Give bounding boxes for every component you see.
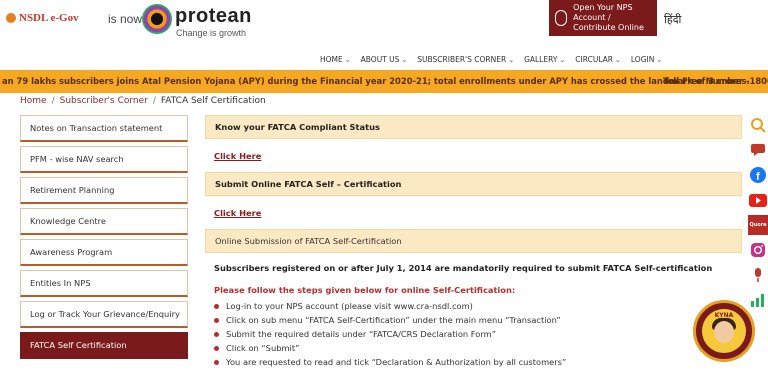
chevron-down-icon: ⌄ xyxy=(656,55,663,64)
sidebar-item-fatca[interactable]: FATCA Self Certification xyxy=(20,332,188,359)
fatca-status-click-here-link[interactable]: Click Here xyxy=(205,139,742,172)
sidebar-item-knowledge-centre[interactable]: Knowledge Centre xyxy=(20,208,188,235)
facebook-icon[interactable]: f xyxy=(748,165,768,185)
toll-free-number: Toll Free Number -1800-11 xyxy=(663,76,768,86)
ticker-text[interactable]: an 79 lakhs subscribers joins Atal Pensi… xyxy=(2,76,750,86)
step-text: Click on sub menu “FATCA Self-Certificat… xyxy=(226,315,561,325)
chevron-down-icon: ⌄ xyxy=(615,55,621,64)
nav-subscribers-corner[interactable]: SUBSCRIBER'S CORNER ⌄ xyxy=(417,55,514,64)
breadcrumb-current: FATCA Self Certification xyxy=(160,96,266,106)
protean-logo-icon[interactable] xyxy=(142,4,172,34)
submit-fatca-click-here-link[interactable]: Click Here xyxy=(205,196,742,229)
sidebar-item-notes-on-transaction[interactable]: Notes on Transaction statement xyxy=(20,115,188,142)
nav-gallery-label: GALLERY xyxy=(524,55,558,64)
sidebar-item-awareness-program[interactable]: Awareness Program xyxy=(20,239,188,266)
protean-tagline: Change is growth xyxy=(176,28,247,38)
youtube-icon[interactable] xyxy=(748,190,768,210)
chat-icon[interactable] xyxy=(748,140,768,160)
header: NSDL e-Gov is now protean Change is grow… xyxy=(0,0,768,46)
news-ticker: an 79 lakhs subscribers joins Atal Pensi… xyxy=(0,70,768,93)
main-nav: HOME ⌄ ABOUT US ⌄ SUBSCRIBER'S CORNER ⌄ GAL… xyxy=(320,55,662,64)
search-icon[interactable] xyxy=(748,115,768,135)
nav-login[interactable]: LOGIN ⌄ xyxy=(631,55,662,64)
nps-button-line2: Contribute Online xyxy=(573,23,644,32)
nsdl-logo-text: NSDL e-Gov xyxy=(19,12,79,24)
microphone-icon[interactable] xyxy=(748,265,768,285)
language-toggle-hindi[interactable]: हिंदी xyxy=(664,12,681,27)
kyna-avatar: KYNA xyxy=(702,309,746,353)
breadcrumb-separator: / xyxy=(51,96,55,106)
section-fatca-status-title: Know your FATCA Compliant Status xyxy=(205,115,742,139)
section-online-submission-title: Online Submission of FATCA Self-Certific… xyxy=(205,229,742,253)
breadcrumb-home[interactable]: Home xyxy=(20,96,47,106)
nsdl-emblem-icon xyxy=(6,13,16,23)
nav-subscribers-corner-label: SUBSCRIBER'S CORNER xyxy=(417,55,507,64)
nav-about-us-label: ABOUT US xyxy=(360,55,400,64)
protean-brand-name[interactable]: protean xyxy=(175,5,252,28)
sidebar-item-entities-in-nps[interactable]: Entities In NPS xyxy=(20,270,188,297)
sidebar: Notes on Transaction statement PFM - wis… xyxy=(20,115,188,363)
page: NSDL e-Gov is now protean Change is grow… xyxy=(0,0,768,372)
breadcrumb-subscribers-corner[interactable]: Subscriber's Corner xyxy=(60,96,148,106)
nav-login-label: LOGIN xyxy=(630,55,655,64)
list-item: Click on “Submit” xyxy=(214,341,742,355)
list-item: Submit the required details under “FATCA… xyxy=(214,327,742,341)
nav-home[interactable]: HOME ⌄ xyxy=(320,55,351,64)
chevron-down-icon: ⌄ xyxy=(508,55,515,64)
bullet-icon xyxy=(214,303,219,309)
main-content: Know your FATCA Compliant Status Click H… xyxy=(205,115,742,369)
nav-circular-label: CIRCULAR xyxy=(575,55,614,64)
instagram-icon[interactable] xyxy=(748,240,768,260)
kyna-chatbot-button[interactable]: KYNA xyxy=(693,300,755,362)
nsdl-logo[interactable]: NSDL e-Gov xyxy=(6,12,79,24)
sidebar-item-retirement-planning[interactable]: Retirement Planning xyxy=(20,177,188,204)
list-item: You are requested to read and tick “Decl… xyxy=(214,355,742,369)
svg-text:f: f xyxy=(756,171,760,183)
step-text: Log-in to your NPS account (please visit… xyxy=(226,301,473,311)
nav-about-us[interactable]: ABOUT US ⌄ xyxy=(361,55,408,64)
chevron-down-icon: ⌄ xyxy=(401,55,408,64)
breadcrumb: Home / Subscriber's Corner / FATCA Self … xyxy=(20,96,266,106)
list-item: Click on sub menu “FATCA Self-Certificat… xyxy=(214,313,742,327)
chevron-down-icon: ⌄ xyxy=(559,55,566,64)
list-item: Log-in to your NPS account (please visit… xyxy=(214,299,742,313)
bullet-icon xyxy=(214,345,219,351)
step-text: You are requested to read and tick “Decl… xyxy=(226,357,567,367)
is-now-text: is now xyxy=(108,12,143,26)
bullet-icon xyxy=(214,359,219,365)
mandatory-note: Subscribers registered on or after July … xyxy=(214,263,713,273)
sidebar-item-pfm-nav-search[interactable]: PFM - wise NAV search xyxy=(20,146,188,173)
nav-gallery[interactable]: GALLERY ⌄ xyxy=(524,55,565,64)
chevron-down-icon: ⌄ xyxy=(344,55,351,64)
nav-circular[interactable]: CIRCULAR ⌄ xyxy=(575,55,621,64)
quora-icon[interactable]: Quora xyxy=(748,215,768,235)
nav-home-label: HOME xyxy=(320,55,343,64)
social-bar: f Quora xyxy=(748,115,768,315)
mouse-icon xyxy=(555,10,568,26)
step-text: Submit the required details under “FATCA… xyxy=(226,329,496,339)
nps-button-line1: Open Your NPS Account / xyxy=(573,3,633,22)
steps-list: Log-in to your NPS account (please visit… xyxy=(205,299,742,369)
section-submit-fatca-title: Submit Online FATCA Self – Certification xyxy=(205,172,742,196)
quora-label: Quora xyxy=(749,222,767,228)
breadcrumb-separator: / xyxy=(152,96,156,106)
open-nps-account-button[interactable]: Open Your NPS Account / Contribute Onlin… xyxy=(549,0,657,36)
bullet-icon xyxy=(214,331,219,337)
nps-button-text: Open Your NPS Account / Contribute Onlin… xyxy=(573,3,657,33)
bullet-icon xyxy=(214,317,219,323)
sidebar-item-grievance[interactable]: Log or Track Your Grievance/Enquiry xyxy=(20,301,188,328)
steps-title: Please follow the steps given below for … xyxy=(214,285,516,295)
step-text: Click on “Submit” xyxy=(226,343,300,353)
kyna-face-shape xyxy=(714,321,734,343)
chart-icon[interactable] xyxy=(748,290,768,310)
